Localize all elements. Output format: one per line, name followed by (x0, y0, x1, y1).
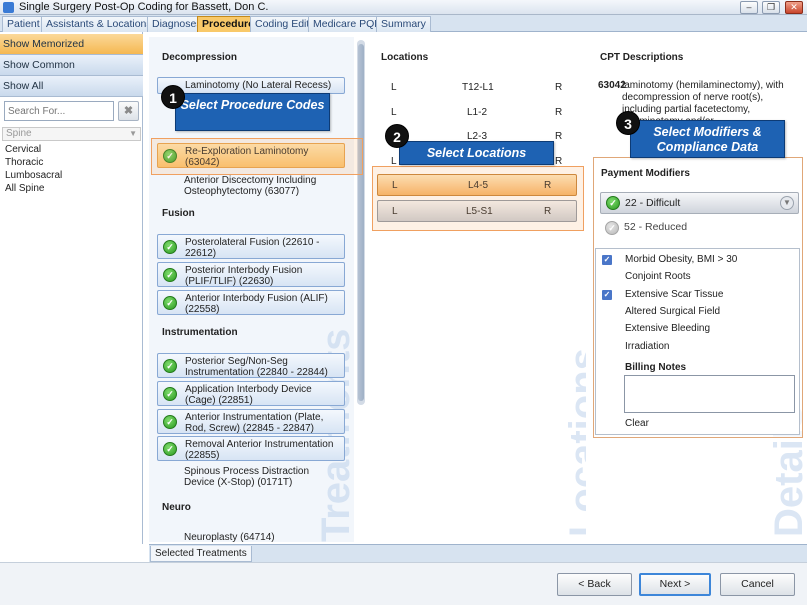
section-instrumentation: Instrumentation (162, 327, 238, 338)
clear-link[interactable]: Clear (625, 418, 649, 429)
procedure-anterior-discectomy[interactable]: Anterior Discectomy Including Osteophyte… (157, 173, 345, 198)
procedure-posterior-seg-instrumentation[interactable]: ✓ Posterior Seg/Non-Seg Instrumentation … (157, 353, 345, 378)
locations-column: Locations Locations L T12-L1 R L L1-2 R … (372, 37, 586, 542)
section-neuro: Neuro (162, 502, 191, 513)
check-icon: ✓ (605, 221, 619, 235)
category-lumbosacral[interactable]: Lumbosacral (5, 169, 62, 182)
procedure-anterior-interbody-fusion[interactable]: ✓ Anterior Interbody Fusion (ALIF) (2255… (157, 290, 345, 315)
check-icon: ✓ (163, 386, 177, 401)
chevron-down-icon: ▼ (129, 129, 137, 138)
procedure-laminotomy[interactable]: Laminotomy (No Lateral Recess) (157, 77, 345, 94)
compliance-extensive-scar-tissue[interactable]: ✓ Extensive Scar Tissue (596, 286, 799, 303)
minimize-button[interactable]: – (740, 1, 758, 14)
cancel-button[interactable]: Cancel (720, 573, 795, 596)
locations-header: Locations (381, 52, 429, 63)
procedure-neuroplasty[interactable]: Neuroplasty (64714) (157, 530, 345, 542)
procedure-anterior-instrumentation[interactable]: ✓ Anterior Instrumentation (Plate, Rod, … (157, 409, 345, 434)
compliance-extensive-bleeding[interactable]: Extensive Bleeding (596, 320, 799, 337)
scrollbar-thumb[interactable] (358, 44, 364, 401)
show-common-button[interactable]: Show Common (0, 55, 143, 76)
app-icon (3, 2, 14, 13)
compliance-morbid-obesity[interactable]: ✓ Morbid Obesity, BMI > 30 (596, 251, 799, 268)
callout-badge-3: 3 (616, 111, 640, 135)
location-right[interactable]: R (555, 131, 562, 142)
location-row-l1-2[interactable]: L L1-2 R (377, 102, 577, 124)
compliance-list: ✓ Morbid Obesity, BMI > 30 Conjoint Root… (595, 248, 800, 435)
title-bar: Single Surgery Post-Op Coding for Basset… (0, 0, 807, 15)
selected-treatments-bar: Selected Treatments (149, 544, 807, 562)
footer: < Back Next > Cancel (0, 562, 807, 605)
callout-badge-2: 2 (385, 124, 409, 148)
procedure-posterior-interbody-fusion[interactable]: ✓ Posterior Interbody Fusion (PLIF/TLIF)… (157, 262, 345, 287)
compliance-altered-surgical-field[interactable]: Altered Surgical Field (596, 303, 799, 320)
payment-modifiers-header: Payment Modifiers (601, 168, 690, 179)
category-thoracic[interactable]: Thoracic (5, 156, 62, 169)
compliance-conjoint-roots[interactable]: Conjoint Roots (596, 268, 799, 285)
section-decompression: Decompression (162, 52, 238, 63)
tab-selected-treatments[interactable]: Selected Treatments (150, 546, 252, 562)
check-icon: ✓ (163, 267, 177, 282)
modifier-22-difficult[interactable]: ✓ 22 - Difficult ▼ (600, 192, 799, 214)
section-fusion: Fusion (162, 208, 195, 219)
category-cervical[interactable]: Cervical (5, 143, 62, 156)
checkbox-checked-icon[interactable]: ✓ (602, 255, 612, 265)
procedure-highlight (151, 138, 363, 175)
category-list: Cervical Thoracic Lumbosacral All Spine (5, 143, 62, 195)
billing-notes-label: Billing Notes (625, 362, 687, 373)
check-icon: ✓ (163, 239, 177, 254)
callout-select-modifiers: Select Modifiers & Compliance Data (630, 120, 785, 158)
location-right[interactable]: R (555, 107, 562, 118)
close-button[interactable]: ✕ (785, 1, 803, 14)
category-select-value: Spine (6, 128, 32, 139)
category-select[interactable]: Spine ▼ (2, 127, 141, 141)
window-title: Single Surgery Post-Op Coding for Basset… (19, 1, 269, 13)
tab-assistants-locations[interactable]: Assistants & Locations (41, 16, 157, 32)
tab-bar: Patient Assistants & Locations Diagnoses… (0, 15, 807, 32)
checkbox-checked-icon[interactable]: ✓ (602, 290, 612, 300)
location-right[interactable]: R (555, 82, 562, 93)
locations-highlight (372, 166, 584, 231)
cpt-descriptions-header: CPT Descriptions (600, 52, 684, 63)
location-left[interactable]: L (391, 107, 397, 118)
treatments-scrollbar[interactable] (357, 40, 365, 405)
callout-select-procedure-codes: Select Procedure Codes (175, 93, 330, 131)
check-icon: ✓ (163, 295, 177, 310)
check-icon: ✓ (606, 196, 620, 210)
modifier-52-reduced[interactable]: ✓ 52 - Reduced (600, 217, 799, 239)
left-panel: Show Memorized Show Common Show All ✖ Sp… (0, 32, 143, 544)
show-memorized-button[interactable]: Show Memorized (0, 34, 143, 55)
show-all-button[interactable]: Show All (0, 76, 143, 97)
check-icon: ✓ (163, 414, 177, 429)
category-all-spine[interactable]: All Spine (5, 182, 62, 195)
chevron-down-icon[interactable]: ▼ (780, 196, 794, 210)
location-level[interactable]: L1-2 (467, 107, 487, 118)
back-button[interactable]: < Back (557, 573, 632, 596)
search-input[interactable] (4, 101, 114, 121)
location-left[interactable]: L (391, 82, 397, 93)
check-icon: ✓ (163, 441, 177, 456)
clear-search-icon[interactable]: ✖ (118, 101, 139, 121)
billing-notes-field[interactable] (624, 375, 795, 413)
next-button[interactable]: Next > (639, 573, 711, 596)
locations-watermark: Locations (562, 348, 586, 537)
procedure-interbody-device[interactable]: ✓ Application Interbody Device (Cage) (2… (157, 381, 345, 406)
procedure-spinous-process-distraction[interactable]: Spinous Process Distraction Device (X-St… (157, 464, 345, 489)
restore-button[interactable]: ❐ (762, 1, 780, 14)
location-row-t12-l1[interactable]: L T12-L1 R (377, 77, 577, 99)
callout-badge-1: 1 (161, 85, 185, 109)
check-icon: ✓ (163, 358, 177, 373)
callout-select-locations: Select Locations (399, 141, 554, 165)
tab-summary[interactable]: Summary (376, 16, 431, 32)
compliance-irradiation[interactable]: Irradiation (596, 338, 799, 355)
location-level[interactable]: T12-L1 (462, 82, 494, 93)
procedure-removal-anterior-instrumentation[interactable]: ✓ Removal Anterior Instrumentation (2285… (157, 436, 345, 461)
procedure-posterolateral-fusion[interactable]: ✓ Posterolateral Fusion (22610 - 22612) (157, 234, 345, 259)
tab-patient[interactable]: Patient (2, 16, 45, 32)
